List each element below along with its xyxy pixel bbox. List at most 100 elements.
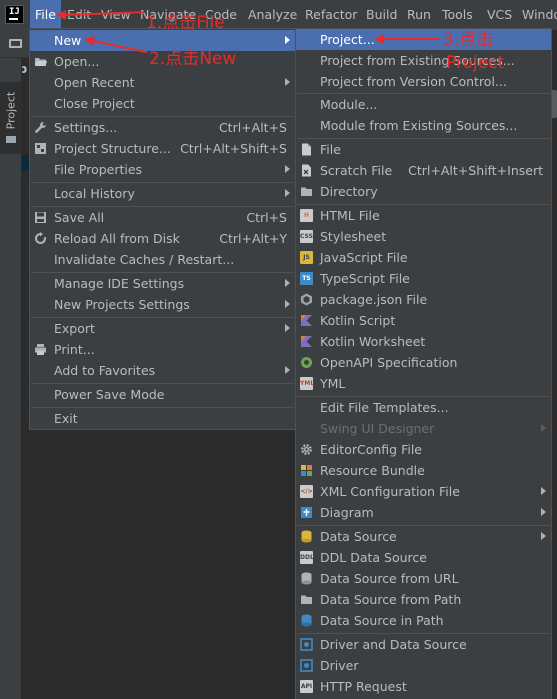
menu-invalidate-caches-label: Invalidate Caches / Restart... xyxy=(54,252,235,267)
menu-new-file[interactable]: File xyxy=(296,139,551,160)
menu-settings[interactable]: Settings... Ctrl+Alt+S xyxy=(30,117,295,138)
annotation-arrow xyxy=(384,38,440,40)
annotation-step-2: 2.点击New xyxy=(149,49,237,69)
menu-package-json[interactable]: package.json File xyxy=(296,289,551,310)
menu-edit-templates-label: Edit File Templates... xyxy=(320,400,449,415)
menu-print[interactable]: Print... xyxy=(30,339,295,360)
menu-new-projects-settings[interactable]: New Projects Settings xyxy=(30,294,295,315)
menu-yml[interactable]: YML YML xyxy=(296,373,551,394)
menu-refactor[interactable]: Refactor xyxy=(305,0,357,30)
menu-kotlin-script[interactable]: Kotlin Script xyxy=(296,310,551,331)
menu-swing-label: Swing UI Designer xyxy=(320,421,435,436)
menu-build[interactable]: Build xyxy=(366,0,397,30)
submenu-arrow-icon xyxy=(285,36,290,44)
menu-kotlin-worksheet-label: Kotlin Worksheet xyxy=(320,334,426,349)
submenu-arrow-icon xyxy=(285,300,290,308)
menu-stylesheet[interactable]: CSS Stylesheet xyxy=(296,226,551,247)
menu-directory[interactable]: Directory xyxy=(296,181,551,202)
menu-data-source-from-path[interactable]: Data Source from Path xyxy=(296,589,551,610)
menu-add-to-favorites[interactable]: Add to Favorites xyxy=(30,360,295,381)
menu-typescript-file[interactable]: TS TypeScript File xyxy=(296,268,551,289)
submenu-arrow-icon xyxy=(285,279,290,287)
file-menu: New Open... Open Recent Close Project Se… xyxy=(29,28,296,430)
menu-driver-and-data-source[interactable]: Driver and Data Source xyxy=(296,634,551,655)
file-icon xyxy=(302,143,311,156)
menu-save-all-label: Save All xyxy=(54,210,105,225)
driver-icon xyxy=(300,638,313,651)
scratch-file-icon xyxy=(302,164,311,177)
menu-driver[interactable]: Driver xyxy=(296,655,551,676)
menu-data-source-in-path[interactable]: Data Source in Path xyxy=(296,610,551,631)
menu-module[interactable]: Module... xyxy=(296,94,551,115)
menu-html-file[interactable]: H HTML File xyxy=(296,205,551,226)
new-submenu: Project... Project from Existing Sources… xyxy=(295,28,552,699)
menu-run[interactable]: Run xyxy=(407,0,431,30)
menu-settings-label: Settings... xyxy=(54,120,118,135)
menu-diagram[interactable]: Diagram xyxy=(296,502,551,523)
shortcut-text: Ctrl+Alt+Shift+S xyxy=(180,141,287,156)
folder-icon[interactable] xyxy=(9,39,22,48)
menu-data-source[interactable]: Data Source xyxy=(296,526,551,547)
menu-export[interactable]: Export xyxy=(30,318,295,339)
menu-reload[interactable]: Reload All from Disk Ctrl+Alt+Y xyxy=(30,228,295,249)
menu-http-request[interactable]: API HTTP Request xyxy=(296,676,551,697)
annotation-arrow-head xyxy=(56,10,66,20)
menu-ds-url-label: Data Source from URL xyxy=(320,571,459,586)
menu-ddl-data-source[interactable]: DDL DDL Data Source xyxy=(296,547,551,568)
menu-manage-ide-label: Manage IDE Settings xyxy=(54,276,185,291)
menu-open-label: Open... xyxy=(54,54,100,69)
menu-open-recent[interactable]: Open Recent xyxy=(30,72,295,93)
menu-xml-configuration[interactable]: </> XML Configuration File xyxy=(296,481,551,502)
menu-window[interactable]: Windo xyxy=(522,0,557,30)
shortcut-text: Ctrl+Alt+Shift+Insert xyxy=(408,163,543,178)
menu-resource-bundle[interactable]: Resource Bundle xyxy=(296,460,551,481)
database-icon xyxy=(301,530,312,543)
ddl-file-icon: DDL xyxy=(300,551,314,564)
menu-exit-label: Exit xyxy=(54,411,78,426)
menu-openapi-spec[interactable]: OpenAPI Specification xyxy=(296,352,551,373)
menu-invalidate-caches[interactable]: Invalidate Caches / Restart... xyxy=(30,249,295,270)
project-tab-label: Project xyxy=(4,91,18,130)
menu-project-from-vcs[interactable]: Project from Version Control... xyxy=(296,71,551,92)
menu-kotlin-worksheet[interactable]: Kotlin Worksheet xyxy=(296,331,551,352)
menu-open-recent-label: Open Recent xyxy=(54,75,135,90)
menu-new-project-label: Project... xyxy=(320,32,375,47)
project-structure-icon xyxy=(35,143,46,154)
npm-hexagon-icon xyxy=(301,293,312,306)
menu-print-label: Print... xyxy=(54,342,95,357)
driver-icon xyxy=(300,659,313,672)
menu-edit-file-templates[interactable]: Edit File Templates... xyxy=(296,397,551,418)
menu-close-project[interactable]: Close Project xyxy=(30,93,295,114)
shortcut-text: Ctrl+Alt+Y xyxy=(219,231,287,246)
html-file-icon: H xyxy=(300,209,313,222)
menu-analyze[interactable]: Analyze xyxy=(248,0,297,30)
javascript-file-icon: JS xyxy=(300,251,313,264)
menu-exit[interactable]: Exit xyxy=(30,408,295,429)
menu-file-label: File xyxy=(320,142,341,157)
menu-module-from-existing[interactable]: Module from Existing Sources... xyxy=(296,115,551,136)
menu-xml-label: XML Configuration File xyxy=(320,484,460,499)
annotation-step-3: 3.点击 xyxy=(443,30,494,50)
menu-resource-bundle-label: Resource Bundle xyxy=(320,463,425,478)
menu-scratch-label: Scratch File xyxy=(320,163,393,178)
diagram-icon xyxy=(301,507,312,518)
menu-view[interactable]: View xyxy=(101,0,131,30)
reload-icon xyxy=(35,232,46,244)
yml-file-icon: YML xyxy=(300,377,314,390)
tool-window-strip xyxy=(0,58,22,699)
menu-html-label: HTML File xyxy=(320,208,380,223)
menu-save-all[interactable]: Save All Ctrl+S xyxy=(30,207,295,228)
menu-editorconfig[interactable]: EditorConfig File xyxy=(296,439,551,460)
menu-power-save-mode[interactable]: Power Save Mode xyxy=(30,384,295,405)
menu-project-from-existing[interactable]: Project from Existing Sources... xyxy=(296,50,551,71)
menu-module-existing-label: Module from Existing Sources... xyxy=(320,118,518,133)
menu-file-properties[interactable]: File Properties xyxy=(30,159,295,180)
menu-project-structure[interactable]: Project Structure... Ctrl+Alt+Shift+S xyxy=(30,138,295,159)
menu-data-source-from-url[interactable]: Data Source from URL xyxy=(296,568,551,589)
submenu-arrow-icon xyxy=(541,487,546,495)
menu-local-history[interactable]: Local History xyxy=(30,183,295,204)
menu-javascript-file[interactable]: JS JavaScript File xyxy=(296,247,551,268)
menu-manage-ide-settings[interactable]: Manage IDE Settings xyxy=(30,273,295,294)
database-path-icon xyxy=(301,614,312,627)
menu-scratch-file[interactable]: Scratch File Ctrl+Alt+Shift+Insert xyxy=(296,160,551,181)
